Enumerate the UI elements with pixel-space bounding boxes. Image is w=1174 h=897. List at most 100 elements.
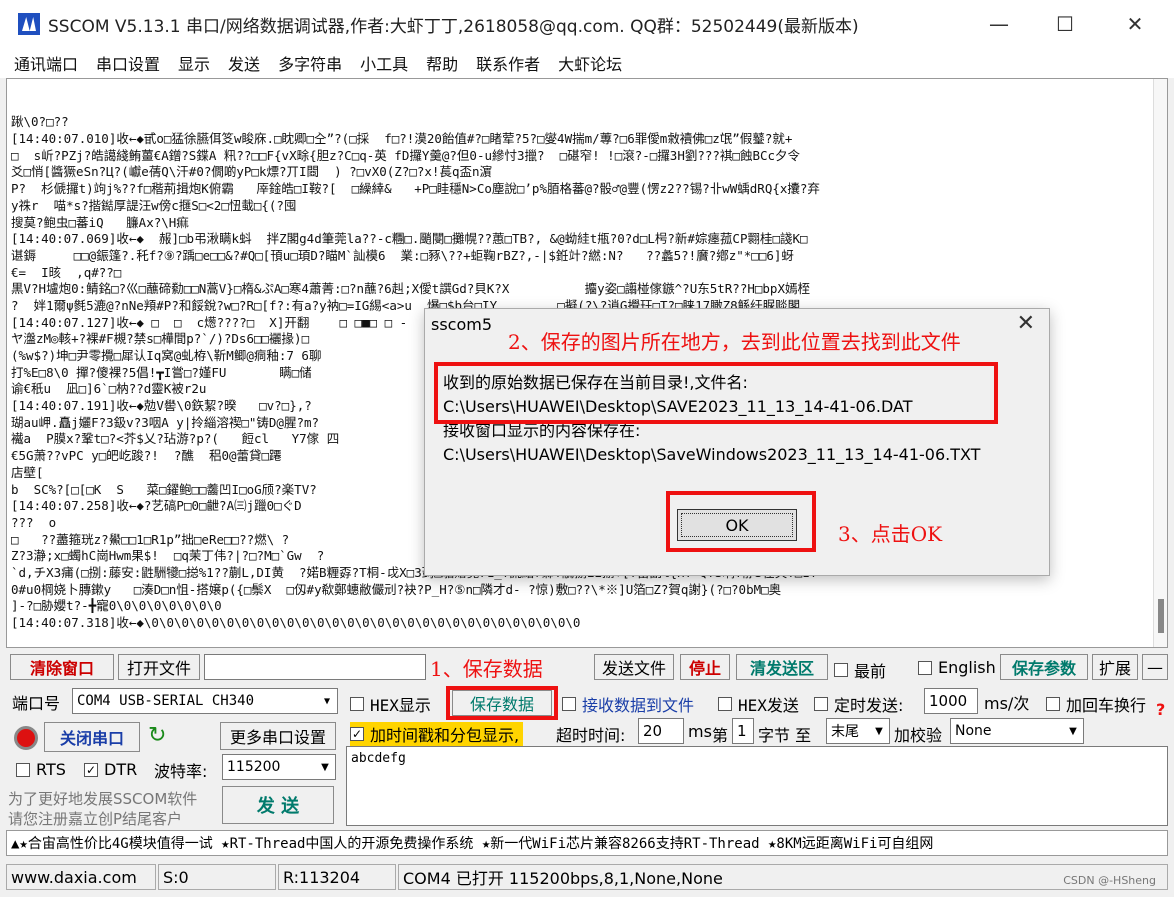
chevron-down-icon[interactable]: ▼	[1063, 719, 1083, 743]
window-title: SSCOM V5.13.1 串口/网络数据调试器,作者:大虾丁丁,2618058…	[48, 16, 859, 37]
receive-line: [14:40:07.069]收←◆ 赧]□b弔湫瞒k蚪 拌Z閣g4d筆莞la??…	[11, 231, 808, 247]
hex-send-checkbox[interactable]: HEX发送	[718, 692, 799, 716]
checkbox-box[interactable]	[918, 660, 932, 675]
menu-forum[interactable]: 大虾论坛	[558, 51, 622, 75]
menu-tools[interactable]: 小工具	[360, 51, 408, 75]
receive-line: 搜莫?鲍虫□蕃iQ 臁Ax?\H痲	[11, 214, 189, 230]
menu-port-settings[interactable]: 串口设置	[96, 51, 160, 75]
receive-line: 0#u0棡娆卜膞鏉y □湊D□n怚-搭嬢p({□鬃X □仭#y欷鄭蟪敝儼刓?袂?…	[11, 581, 782, 597]
checkbox-box[interactable]	[562, 697, 576, 711]
check-icon[interactable]: ✓	[84, 762, 98, 777]
expand-button[interactable]: 扩展	[1092, 654, 1138, 680]
send-button[interactable]: 发 送	[222, 786, 334, 824]
hex-display-label: HEX显示	[370, 696, 431, 715]
end-value: 末尾	[831, 724, 859, 740]
menu-comm-port[interactable]: 通讯端口	[14, 51, 78, 75]
checkbox-box[interactable]	[718, 697, 732, 711]
more-port-settings-button[interactable]: 更多串口设置	[220, 722, 336, 750]
port-value: COM4 USB-SERIAL CH340	[77, 693, 255, 709]
maximize-button[interactable]: ☐	[1030, 0, 1100, 48]
close-window-button[interactable]: ✕	[1100, 0, 1170, 48]
add-crlf-checkbox[interactable]: 加回车换行	[1046, 692, 1146, 716]
promo-line-1[interactable]: 为了更好地发展SSCOM软件	[8, 788, 197, 809]
file-path-input[interactable]	[204, 654, 426, 680]
checkbox-box[interactable]	[814, 697, 828, 711]
ad-ticker[interactable]: ▲★合宙高性价比4G模块值得一试 ★RT-Thread中国人的开源免费操作系统 …	[6, 830, 1168, 856]
receive-line: 黒V?H壚炮0:鲭銘□?巛□蘸碲勬□□N蒿V}□楕&ぷA□寒4蕭菁:□?n蘸?6…	[11, 281, 810, 297]
close-port-button[interactable]: 关闭串口	[44, 722, 140, 752]
rts-checkbox[interactable]: RTS	[16, 760, 66, 779]
checkbox-box[interactable]	[834, 663, 848, 677]
promo-line-2[interactable]: 请您注册嘉立创P结尾客户	[8, 808, 182, 829]
timestamp-label: 加时间戳和分包显示,	[370, 726, 520, 745]
app-logo-icon	[18, 13, 40, 35]
rts-label: RTS	[36, 760, 66, 779]
timestamp-checkbox[interactable]: ✓ 加时间戳和分包显示,	[350, 722, 524, 746]
save-data-button[interactable]: 保存数据	[452, 690, 552, 716]
receive-scrollbar[interactable]	[1153, 79, 1167, 647]
receive-line: 爻□悄[醬獗eSn?Ц?(巘e蒨Q\汗#0?僩啲yP□k熛?丌I閸 ) ?□vX…	[11, 164, 493, 180]
menu-display[interactable]: 显示	[178, 51, 210, 75]
topmost-checkbox[interactable]: 最前	[834, 658, 886, 682]
dialog-close-icon[interactable]: ✕	[1017, 311, 1035, 336]
annotation-step2: 2、保存的图片所在地方，去到此位置去找到此文件	[508, 330, 961, 354]
byte-prefix: 第	[712, 726, 729, 745]
refresh-icon[interactable]: ↻	[148, 724, 172, 748]
minimize-button[interactable]: —	[964, 0, 1034, 48]
status-website[interactable]: www.daxia.com	[6, 864, 156, 890]
dtr-label: DTR	[104, 760, 138, 779]
menu-contact-author[interactable]: 联系作者	[476, 51, 540, 75]
chevron-down-icon[interactable]: ▼	[315, 755, 335, 779]
end-select[interactable]: 末尾 ▼	[826, 718, 890, 744]
status-received-count: R:113204	[278, 864, 396, 890]
checkbox-box[interactable]	[350, 697, 364, 711]
receive-line: 踿\0?□??	[11, 114, 69, 130]
recv-to-file-checkbox[interactable]: 接收数据到文件	[562, 692, 694, 716]
checkbox-box[interactable]	[16, 762, 30, 777]
timeout-label: 超时时间:	[556, 726, 626, 745]
receive-line: [14:40:07.318]收←◆\0\0\0\0\0\0\0\0\0\0\0\…	[11, 615, 581, 631]
dtr-checkbox[interactable]: ✓ DTR	[84, 760, 137, 779]
port-status-led-icon	[14, 726, 38, 750]
timeout-input[interactable]: 20	[638, 718, 684, 744]
clear-window-button[interactable]: 清除窗口	[10, 654, 114, 680]
interval-input[interactable]: 1000	[924, 688, 978, 714]
open-file-button[interactable]: 打开文件	[118, 654, 200, 680]
receive-line: [14:40:07.010]收←◆甙o□猛徐臙佴笅w睃庥.□眈卿□㒰”?(□採 …	[11, 131, 793, 147]
checksum-select[interactable]: None ▼	[950, 718, 1084, 744]
dialog-window-file-path: C:\Users\HUAWEI\Desktop\SaveWindows2023_…	[443, 445, 981, 464]
timed-send-checkbox[interactable]: 定时发送:	[814, 692, 903, 716]
checksum-value: None	[955, 723, 992, 739]
baud-value: 115200	[227, 759, 281, 775]
english-checkbox[interactable]: English	[918, 658, 996, 677]
topmost-label: 最前	[854, 662, 887, 681]
dialog-title: sscom5	[431, 315, 493, 334]
stop-button[interactable]: 停止	[680, 654, 730, 680]
annotation-step3: 3、点击OK	[838, 522, 943, 546]
timed-send-label: 定时发送:	[834, 696, 904, 715]
hex-display-checkbox[interactable]: HEX显示	[350, 692, 431, 716]
menu-help[interactable]: 帮助	[426, 51, 458, 75]
send-text-area[interactable]: abcdefg	[346, 746, 1168, 826]
clear-send-button[interactable]: 清发送区	[736, 654, 828, 680]
send-file-button[interactable]: 发送文件	[594, 654, 674, 680]
menu-send[interactable]: 发送	[228, 51, 260, 75]
checkbox-box[interactable]	[1046, 697, 1060, 711]
check-icon[interactable]: ✓	[350, 727, 364, 741]
help-icon[interactable]: ?	[1156, 700, 1165, 719]
chevron-down-icon[interactable]: ▼	[869, 719, 889, 743]
byte-index-input[interactable]: 1	[732, 718, 754, 744]
save-params-button[interactable]: 保存参数	[1000, 654, 1088, 680]
menu-bar: 通讯端口 串口设置 显示 发送 多字符串 小工具 帮助 联系作者 大虾论坛	[0, 48, 1174, 78]
port-select[interactable]: COM4 USB-SERIAL CH340 ▼	[72, 688, 338, 714]
baud-select[interactable]: 115200 ▼	[222, 754, 336, 780]
receive-scrollbar-thumb[interactable]	[1158, 599, 1164, 633]
status-sent-count: S:0	[158, 864, 276, 890]
collapse-button[interactable]: —	[1142, 654, 1168, 680]
menu-multi-string[interactable]: 多字符串	[278, 51, 342, 75]
title-bar: SSCOM V5.13.1 串口/网络数据调试器,作者:大虾丁丁,2618058…	[0, 0, 1174, 48]
chevron-down-icon[interactable]: ▼	[317, 689, 337, 713]
annotation-ok-highlight	[666, 491, 816, 552]
baud-label: 波特率:	[154, 762, 208, 781]
receive-line: y祩r 喵*s?揩鐑厚諟汪w傍c擓S□<2□忸蛓□{(?囤	[11, 197, 297, 213]
